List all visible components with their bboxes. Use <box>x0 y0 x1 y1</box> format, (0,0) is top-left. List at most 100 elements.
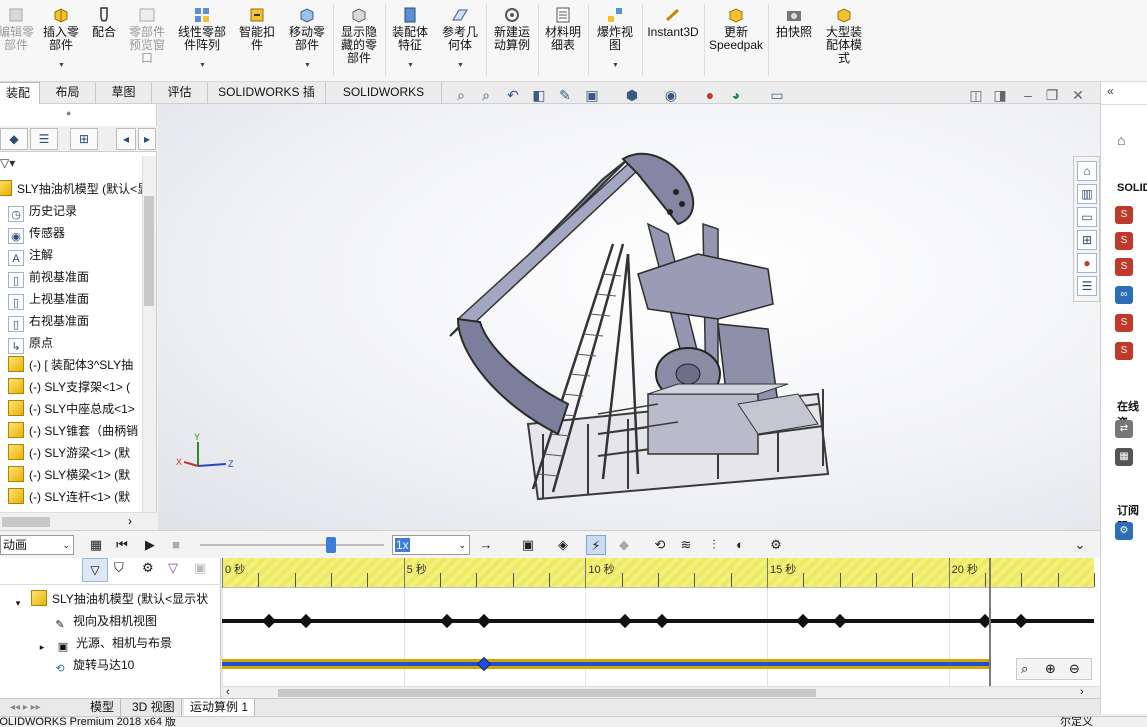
tab-evaluate[interactable]: 评估 <box>152 82 208 104</box>
playback-slider-thumb[interactable] <box>326 537 336 553</box>
spring-icon[interactable]: ≋ <box>676 535 696 555</box>
edit-appearance-icon[interactable]: ● <box>700 86 720 104</box>
calculate-icon[interactable]: ▦ <box>86 535 106 555</box>
collapse-motion-manager-icon[interactable]: ⌄ <box>1070 535 1090 555</box>
solidworks-resource-icon[interactable]: S <box>1115 342 1133 360</box>
tree-item[interactable]: A 注解 <box>8 244 53 266</box>
time-bar[interactable] <box>988 558 991 686</box>
tree-item[interactable]: (-) [ 装配体3^SLY抽 <box>8 354 133 376</box>
play-from-start-icon[interactable]: ⏮ <box>112 535 132 555</box>
tab-motion-study-1[interactable]: 运动算例 1 <box>184 699 256 716</box>
tab-assembly[interactable]: 装配体 <box>0 82 40 121</box>
scroll-left-icon[interactable]: ‹ <box>226 686 230 698</box>
panel-grip-icon[interactable]: ● <box>66 108 71 118</box>
motion-tree-root[interactable]: ▾ SLY抽油机模型 (默认<显示状 <box>10 588 208 610</box>
tree-root[interactable]: SLY抽油机模型 (默认<显 <box>0 178 149 200</box>
section-view-icon[interactable]: ◧ <box>529 86 549 104</box>
hide-show-items-icon[interactable]: ◉ <box>661 86 681 104</box>
update-speedpak-button[interactable]: 更新 Speedpak <box>706 6 766 76</box>
filter-selected-icon[interactable]: ▽ <box>168 560 178 576</box>
tab-model[interactable]: 模型 <box>84 699 122 716</box>
keyframe[interactable] <box>440 613 455 629</box>
keyframe[interactable] <box>476 613 491 629</box>
solidworks-resource-icon[interactable]: S <box>1115 232 1133 250</box>
window-tile-icon[interactable]: ◫ <box>966 86 986 104</box>
playback-speed-select[interactable]: 1x ⌄ <box>392 535 470 555</box>
scroll-thumb[interactable] <box>2 517 50 527</box>
mate-button[interactable]: 配合 <box>86 6 122 76</box>
filter-icon[interactable]: ▽ <box>82 558 108 582</box>
view-settings-icon[interactable]: ▭ <box>767 86 787 104</box>
tab-scroll-right-icon[interactable]: ▸ <box>138 128 156 150</box>
study-type-select[interactable]: 动画 ⌄ <box>0 535 74 555</box>
new-motion-study-button[interactable]: 新建运 动算例 <box>488 6 536 76</box>
subscription-icon[interactable]: ⚙ <box>1115 522 1133 540</box>
restore-icon[interactable]: ❐ <box>1042 86 1062 104</box>
window-split-icon[interactable]: ◨ <box>990 86 1010 104</box>
zoom-to-fit-icon[interactable]: ⌕ <box>1021 661 1028 677</box>
graphics-area[interactable]: Y Z X <box>158 104 1100 530</box>
zoom-to-fit-icon[interactable]: ⌕ <box>451 86 471 104</box>
tree-item[interactable]: (-) SLY连杆<1> (默 <box>8 486 130 508</box>
tree-item[interactable]: ◷ 历史记录 <box>8 200 77 222</box>
tree-item[interactable]: (-) SLY支撑架<1> ( <box>8 376 130 398</box>
play-icon[interactable]: ▶ <box>140 535 160 555</box>
motion-tree-item[interactable]: ▸ ▣ 光源、相机与布景 <box>34 632 172 654</box>
chevron-down-icon[interactable]: ▼ <box>612 59 619 72</box>
collapse-pane-icon[interactable]: « <box>1107 84 1114 98</box>
scroll-thumb[interactable] <box>144 196 154 306</box>
status-units[interactable]: 尔定义 <box>1060 717 1093 727</box>
tree-item[interactable]: ▯ 右视基准面 <box>8 310 89 332</box>
timeline-horizontal-scrollbar[interactable]: ‹ › <box>222 686 1100 698</box>
zoom-in-icon[interactable]: ⊕ <box>1045 661 1056 677</box>
minimize-icon[interactable]: – <box>1018 86 1038 104</box>
tab-layout[interactable]: 布局 <box>40 82 96 104</box>
expand-icon[interactable]: ▸ <box>34 639 50 655</box>
reference-geometry-button[interactable]: 参考几 何体 ▼ <box>436 6 484 76</box>
zoom-to-area-icon[interactable]: ⌕ <box>476 86 496 104</box>
playback-mode-icon[interactable]: → <box>476 535 496 555</box>
filter-driving-icon[interactable]: ⚙ <box>142 560 154 576</box>
tree-item[interactable]: ◉ 传感器 <box>8 222 65 244</box>
keyframe[interactable] <box>618 613 633 629</box>
custom-properties-icon[interactable]: ☰ <box>1077 276 1097 296</box>
view-palette-icon[interactable]: ⊞ <box>1077 230 1097 250</box>
linear-pattern-button[interactable]: 线性零部 件阵列 ▼ <box>172 6 232 76</box>
move-component-button[interactable]: 移动零 部件 ▼ <box>283 6 331 76</box>
smart-fasteners-button[interactable]: 智能扣 件 <box>235 6 279 76</box>
view-orientation-icon[interactable]: ▣ <box>582 86 602 104</box>
feature-manager-tab[interactable]: ◆ <box>0 128 28 150</box>
keyframe[interactable] <box>654 613 669 629</box>
collapse-icon[interactable]: ▾ <box>10 595 26 611</box>
pumpjack-model[interactable]: Y Z X <box>158 104 1100 530</box>
link-icon[interactable]: ∞ <box>1115 286 1133 304</box>
filter-results-icon[interactable]: ▣ <box>194 560 206 576</box>
save-animation-icon[interactable]: ▣ <box>518 535 538 555</box>
motion-tree-item[interactable]: ⟲ 旋转马达10 <box>52 654 134 676</box>
study-properties-icon[interactable]: ⚙ <box>766 535 786 555</box>
keyframe[interactable] <box>796 613 811 629</box>
scroll-right-icon[interactable]: › <box>128 514 132 528</box>
tab-sketch[interactable]: 草图 <box>96 82 152 104</box>
motor-icon[interactable]: ⟲ <box>650 535 670 555</box>
home-icon[interactable]: ⌂ <box>1077 161 1097 181</box>
tree-horizontal-scrollbar[interactable]: › <box>0 512 157 530</box>
dynamic-annotation-icon[interactable]: ✎ <box>555 86 575 104</box>
component-preview-button[interactable]: 零部件 预览窗 口 <box>124 6 170 76</box>
filter-animated-icon[interactable]: ⛉ <box>114 560 124 576</box>
tab-solidworks-addins[interactable]: SOLIDWORKS 插件 <box>208 82 326 120</box>
tree-item[interactable]: (-) SLY横梁<1> (默 <box>8 464 130 486</box>
scroll-right-icon[interactable]: › <box>1080 686 1084 698</box>
keyframe[interactable] <box>832 613 847 629</box>
factory-icon[interactable]: ▦ <box>1115 448 1133 466</box>
tab-scroll-left-icon[interactable]: ◂ <box>116 128 136 150</box>
scroll-thumb[interactable] <box>278 689 816 697</box>
autokey-icon[interactable]: ⚡ <box>586 535 606 555</box>
appearances-icon[interactable]: ● <box>1077 253 1097 273</box>
partner-icon[interactable]: ⇄ <box>1115 420 1133 438</box>
contact-icon[interactable]: ◐ <box>730 535 750 555</box>
tree-vertical-scrollbar[interactable] <box>142 156 156 530</box>
chevron-down-icon[interactable]: ▼ <box>407 59 414 72</box>
apply-scene-icon[interactable]: ◕ <box>726 86 746 104</box>
solidworks-resource-icon[interactable]: S <box>1115 206 1133 224</box>
